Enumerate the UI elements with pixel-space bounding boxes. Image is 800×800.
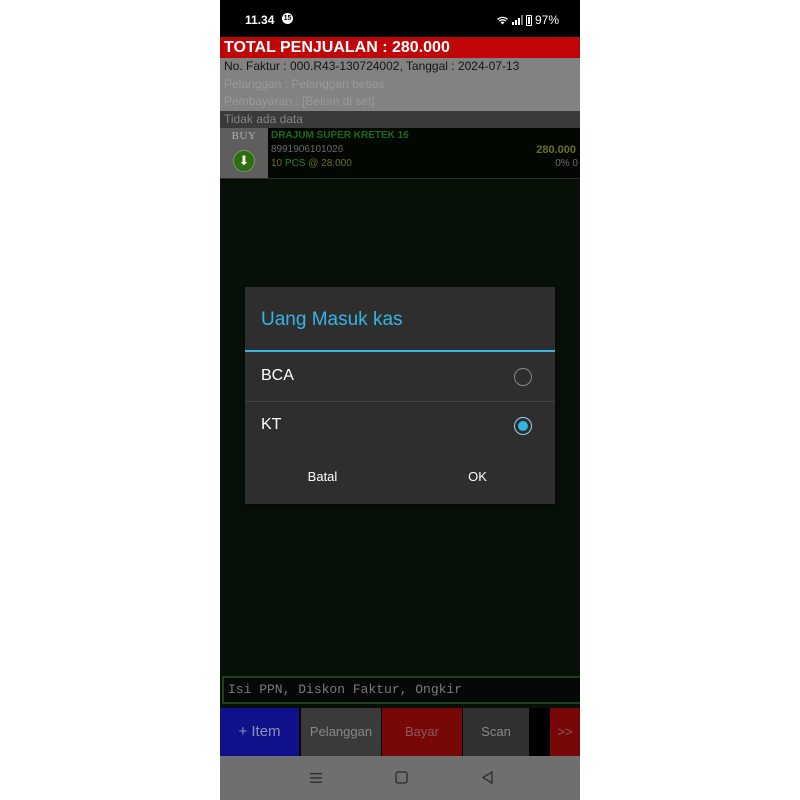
- option-label: BCA: [261, 367, 294, 384]
- dialog-divider: [245, 350, 555, 352]
- item-discount: 0% 0: [555, 158, 578, 169]
- status-indicators: 97%: [496, 13, 559, 27]
- square-icon[interactable]: [395, 771, 408, 784]
- ok-button[interactable]: OK: [400, 459, 555, 495]
- buy-button[interactable]: BUY ⬇: [220, 128, 268, 178]
- invoice-number: No. Faktur : 000.R43-130724002, Tanggal …: [224, 59, 520, 73]
- option-bca[interactable]: BCA: [245, 353, 555, 402]
- option-kt[interactable]: KT: [245, 402, 555, 450]
- item-unit-price: @ 28.000: [308, 158, 352, 169]
- item-barcode: 8991906101026: [271, 144, 344, 155]
- list-item[interactable]: BUY ⬇ DRAJUM SUPER KRETEK 16 89919061010…: [220, 128, 580, 179]
- invoice-info: No. Faktur : 000.R43-130724002, Tanggal …: [220, 58, 580, 111]
- signal-icon: [511, 15, 523, 25]
- pay-button[interactable]: Bayar: [382, 708, 462, 756]
- item-unit: PCS: [284, 158, 306, 169]
- dialog-title: Uang Masuk kas: [261, 309, 403, 330]
- menu-icon[interactable]: [310, 772, 322, 784]
- scan-button[interactable]: Scan: [463, 708, 529, 756]
- triangle-back-icon[interactable]: [481, 771, 494, 784]
- add-item-button[interactable]: + Item: [220, 708, 299, 756]
- item-total: 280.000: [536, 144, 576, 156]
- payment-label[interactable]: Pembayaran : [Belum di set]: [224, 93, 580, 111]
- more-button[interactable]: >>: [550, 708, 580, 756]
- battery-percent: 97%: [534, 13, 559, 27]
- bottom-toolbar: + Item Pelanggan Bayar Scan >>: [220, 708, 580, 756]
- customer-label[interactable]: Pelanggan : Pelanggan bebas: [224, 76, 580, 94]
- item-quantity: 10 PCS @ 28.000: [271, 158, 352, 169]
- buy-label: BUY: [231, 130, 257, 142]
- wifi-icon: [497, 16, 508, 25]
- cash-account-dialog: Uang Masuk kas BCA KT Batal OK: [245, 287, 555, 504]
- radio-button-selected[interactable]: [514, 417, 532, 435]
- customer-button[interactable]: Pelanggan: [301, 708, 381, 756]
- arrow-down-icon: ⬇: [233, 150, 255, 172]
- option-label: KT: [261, 416, 282, 433]
- notification-badge: 15: [282, 13, 293, 24]
- status-time: 11.34: [245, 13, 275, 27]
- sales-total: TOTAL PENJUALAN : 280.000: [220, 37, 580, 58]
- extras-field[interactable]: Isi PPN, Diskon Faktur, Ongkir: [222, 676, 580, 704]
- battery-icon: [525, 14, 532, 26]
- item-name: DRAJUM SUPER KRETEK 16: [271, 130, 409, 141]
- system-nav-bar: [220, 756, 580, 800]
- phone-screen: 11.34 15 97% TOTAL PENJUALAN : 280.000 N…: [220, 0, 580, 800]
- item-qty-value: 10: [271, 158, 283, 169]
- radio-button[interactable]: [514, 368, 532, 386]
- status-bar: 11.34 15 97%: [220, 0, 580, 37]
- empty-data-label: Tidak ada data: [220, 111, 580, 128]
- cancel-button[interactable]: Batal: [245, 459, 400, 495]
